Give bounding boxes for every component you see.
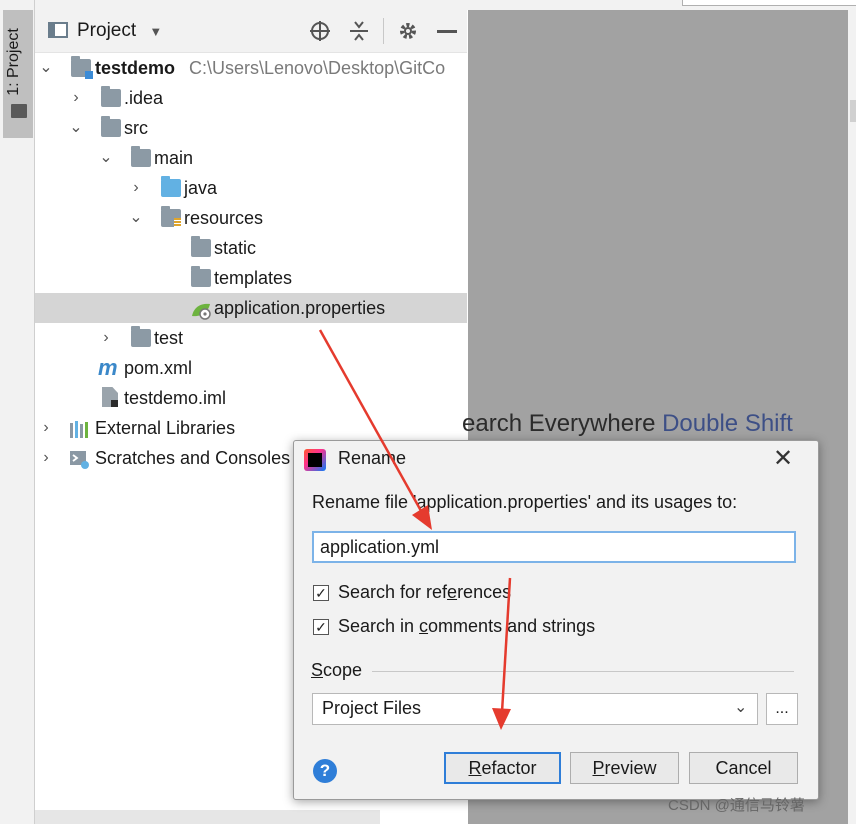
project-view-title: Project bbox=[77, 20, 137, 41]
collapse-all-icon[interactable] bbox=[348, 20, 370, 42]
search-references-label[interactable]: Search for references bbox=[338, 582, 511, 603]
dialog-title: Rename bbox=[338, 448, 407, 468]
project-tool-window-tab-label: 1: Project bbox=[5, 28, 22, 96]
folder-icon bbox=[101, 86, 121, 107]
tree-item-label: Scratches and Consoles bbox=[95, 448, 291, 468]
folder-icon bbox=[11, 104, 27, 118]
folder-icon bbox=[191, 266, 211, 287]
refactor-button[interactable]: Refactor bbox=[444, 752, 561, 784]
maven-icon: m bbox=[98, 355, 118, 380]
chevron-down-icon: ⌄ bbox=[99, 149, 113, 166]
search-references-checkbox[interactable]: ✓ bbox=[313, 585, 329, 601]
help-button[interactable]: ? bbox=[313, 759, 337, 783]
project-view-selector[interactable]: Project ▼ bbox=[77, 20, 162, 42]
scope-separator bbox=[372, 671, 794, 672]
chevron-down-icon: ▼ bbox=[149, 24, 163, 39]
library-icon bbox=[69, 419, 89, 438]
tree-row-iml[interactable]: testdemo.iml bbox=[35, 383, 467, 413]
tree-item-label: resources bbox=[184, 208, 264, 228]
close-icon[interactable]: ✕ bbox=[770, 445, 796, 473]
tree-row-main[interactable]: ⌄ main bbox=[35, 143, 467, 173]
tree-row-resources[interactable]: ⌄ resources bbox=[35, 203, 467, 233]
tree-item-label: pom.xml bbox=[124, 358, 193, 378]
cancel-button[interactable]: Cancel bbox=[689, 752, 798, 784]
top-right-panel-edge bbox=[682, 0, 856, 6]
tree-row-src[interactable]: ⌄ src bbox=[35, 113, 467, 143]
tree-item-label: application.properties bbox=[214, 298, 386, 318]
folder-icon bbox=[131, 146, 151, 167]
tree-item-path: C:\Users\Lenovo\Desktop\GitCo bbox=[189, 58, 446, 78]
project-view-icon bbox=[48, 22, 68, 38]
tree-item-label: testdemo.iml bbox=[124, 388, 227, 408]
rename-input[interactable] bbox=[312, 531, 796, 563]
intellij-logo-inner bbox=[308, 453, 322, 467]
scratches-icon bbox=[69, 449, 89, 469]
scope-label: Scope bbox=[311, 660, 363, 680]
resources-folder-icon bbox=[161, 206, 181, 227]
tree-item-label: test bbox=[154, 328, 184, 348]
chevron-right-icon: › bbox=[43, 419, 49, 436]
module-folder-icon bbox=[71, 56, 93, 79]
folder-icon bbox=[191, 236, 211, 257]
tree-item-label: main bbox=[154, 148, 194, 168]
tree-row-test[interactable]: › test bbox=[35, 323, 467, 353]
search-comments-checkbox[interactable]: ✓ bbox=[313, 619, 329, 635]
scope-browse-button[interactable]: ... bbox=[766, 693, 798, 725]
chevron-right-icon: › bbox=[43, 449, 49, 466]
search-comments-label[interactable]: Search in comments and strings bbox=[338, 616, 595, 637]
tree-item-label: testdemo bbox=[95, 58, 176, 78]
chevron-right-icon: › bbox=[73, 89, 79, 106]
tree-row-static[interactable]: static bbox=[35, 233, 467, 263]
minimize-icon[interactable] bbox=[437, 30, 457, 33]
tree-row-application-properties[interactable]: application.properties bbox=[35, 293, 467, 323]
empty-editor-hint: earch Everywhere Double Shift bbox=[462, 410, 793, 438]
chevron-down-icon: ⌄ bbox=[129, 209, 143, 226]
watermark: CSDN @通信马铃薯 bbox=[668, 797, 805, 814]
hint-text: earch Everywhere bbox=[462, 410, 663, 437]
gear-icon[interactable] bbox=[397, 20, 419, 42]
tree-row-idea[interactable]: › .idea bbox=[35, 83, 467, 113]
tree-row-testdemo[interactable]: ⌄ testdemo C:\Users\Lenovo\Desktop\GitCo bbox=[35, 53, 467, 83]
folder-icon bbox=[101, 116, 121, 137]
rename-prompt: Rename file 'application.properties' and… bbox=[312, 492, 738, 512]
chevron-right-icon: › bbox=[133, 179, 139, 196]
tree-item-label: templates bbox=[214, 268, 293, 288]
tree-item-label: External Libraries bbox=[95, 418, 236, 438]
tree-row-pom[interactable]: m pom.xml bbox=[35, 353, 467, 383]
tree-row-templates[interactable]: templates bbox=[35, 263, 467, 293]
horizontal-scrollbar[interactable] bbox=[35, 810, 380, 824]
source-folder-icon bbox=[161, 176, 181, 197]
iml-file-icon bbox=[102, 387, 118, 407]
crosshair-icon[interactable] bbox=[309, 20, 331, 42]
tree-item-label: static bbox=[214, 238, 257, 258]
preview-button[interactable]: Preview bbox=[570, 752, 679, 784]
tree-item-label: src bbox=[124, 118, 148, 138]
chevron-down-icon: ⌄ bbox=[39, 59, 53, 76]
right-tool-stripe bbox=[848, 10, 856, 824]
tree-row-java[interactable]: › java bbox=[35, 173, 467, 203]
chevron-down-icon: ⌄ bbox=[69, 119, 83, 136]
toolbar-separator bbox=[383, 18, 384, 44]
chevron-right-icon: › bbox=[103, 329, 109, 346]
tree-item-label: java bbox=[184, 178, 218, 198]
hint-shortcut: Double Shift bbox=[662, 410, 793, 437]
folder-icon bbox=[131, 326, 151, 347]
spring-properties-icon bbox=[190, 299, 211, 320]
editor-scroll-marker bbox=[850, 100, 856, 122]
tree-item-label: .idea bbox=[124, 88, 164, 108]
tree-row-external-libraries[interactable]: › External Libraries bbox=[35, 413, 467, 443]
scope-select-value: Project Files bbox=[322, 698, 422, 718]
chevron-down-icon: ⌄ bbox=[734, 699, 748, 716]
